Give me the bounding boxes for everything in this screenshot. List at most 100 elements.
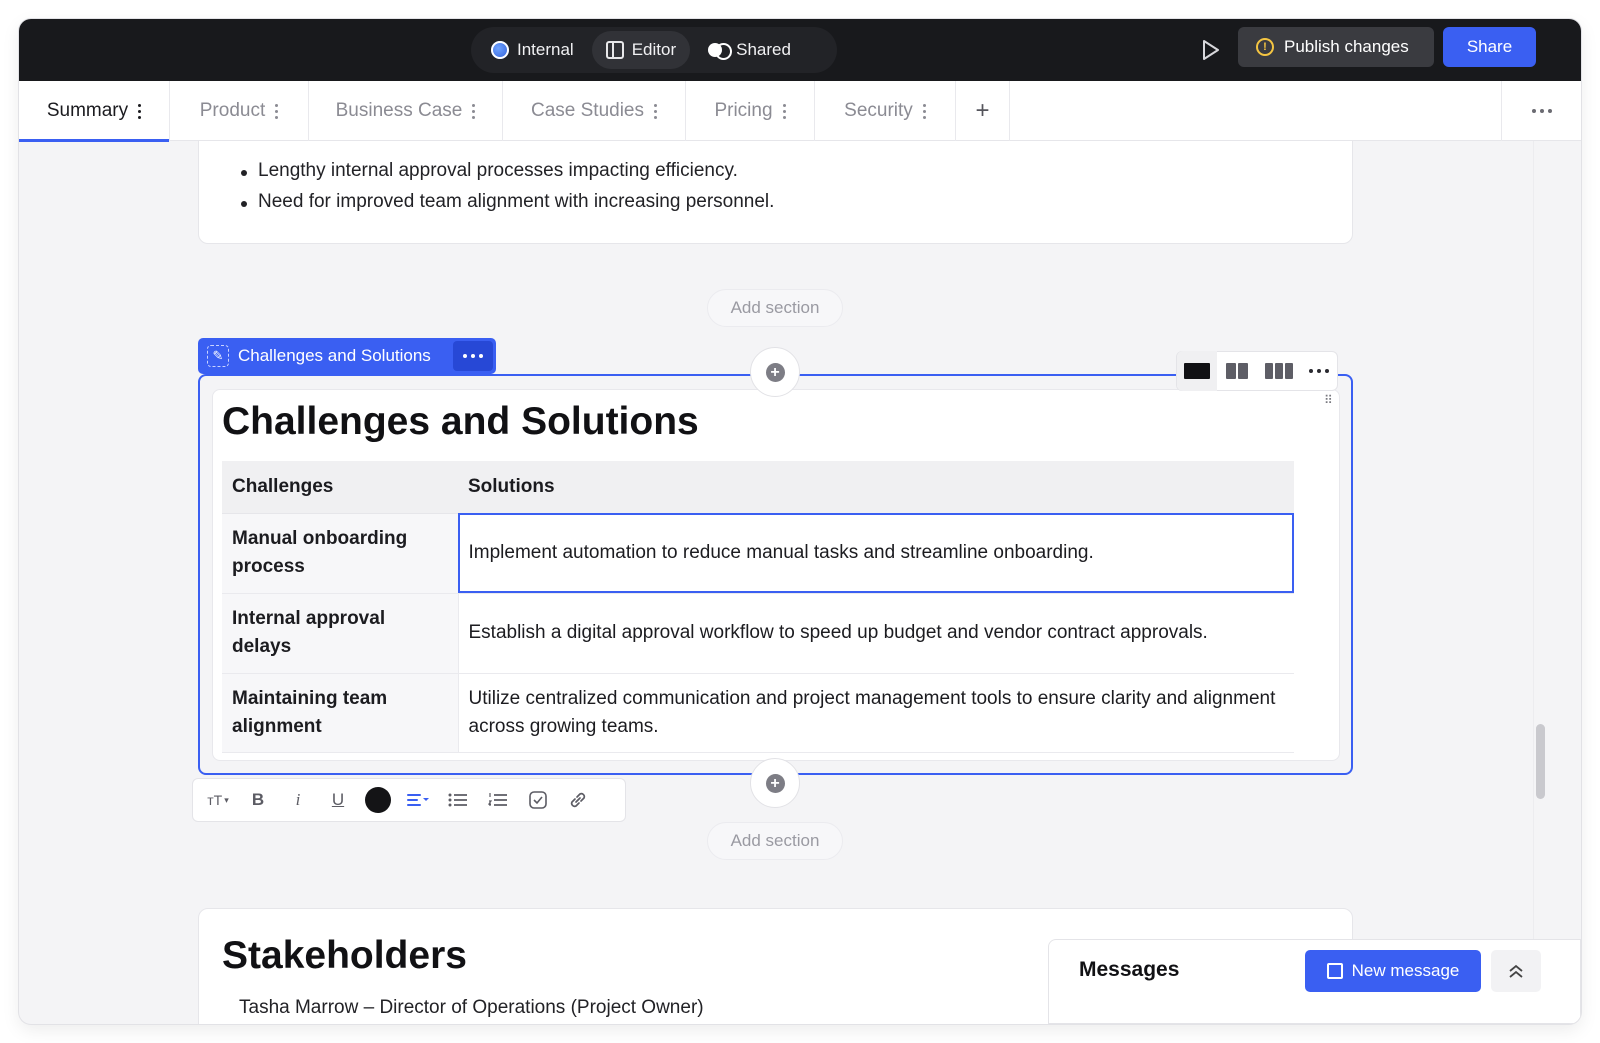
text-color-button[interactable]	[361, 783, 395, 817]
previous-section-bullets: Lengthy internal approval processes impa…	[239, 159, 774, 221]
solution-cell[interactable]: Utilize centralized communication and pr…	[458, 673, 1294, 753]
table-header-challenges[interactable]: Challenges	[222, 461, 458, 514]
mode-switcher: Internal Editor Shared	[471, 27, 837, 73]
tab-security-label: Security	[844, 100, 913, 121]
add-section-button[interactable]: Add section	[707, 289, 843, 327]
mode-internal-label: Internal	[517, 40, 574, 59]
challenge-cell[interactable]: Manual onboarding process	[222, 513, 459, 594]
layout-more-icon[interactable]	[1301, 369, 1337, 373]
text-size-dropdown[interactable]: тT ▾	[201, 783, 235, 817]
expand-messages-button[interactable]	[1491, 950, 1541, 992]
publish-label: Publish changes	[1284, 37, 1409, 56]
checklist-button[interactable]	[521, 783, 555, 817]
page-tabs: Summary Product Business Case Case Studi…	[19, 81, 1581, 142]
align-left-icon	[407, 794, 429, 806]
add-section-button[interactable]: Add section	[707, 822, 843, 860]
messages-title: Messages	[1079, 958, 1180, 981]
formatting-toolbar: тT ▾ B i U	[192, 778, 626, 822]
mode-editor-label: Editor	[631, 40, 677, 59]
drag-handle-icon[interactable]: ⠿	[1324, 394, 1334, 406]
publish-changes-button[interactable]: ! Publish changes	[1238, 27, 1434, 67]
section-label-pill[interactable]: ✎ Challenges and Solutions	[198, 338, 496, 374]
layout-two-column-icon[interactable]	[1217, 351, 1257, 391]
mode-shared[interactable]: Shared	[694, 31, 805, 69]
bullet-list-button[interactable]	[441, 783, 475, 817]
scroll-track	[1533, 141, 1534, 1024]
tab-product[interactable]: Product	[170, 81, 309, 141]
preview-play-button[interactable]	[1194, 33, 1228, 67]
messages-panel: Messages New message	[1048, 939, 1581, 1024]
table-header-solutions[interactable]: Solutions	[458, 461, 1294, 514]
top-bar: Internal Editor Shared ! Publish changes…	[19, 19, 1581, 81]
challenges-table: Challenges Solutions Manual onboarding p…	[222, 461, 1294, 753]
section-more-icon[interactable]	[453, 341, 493, 371]
chevron-double-up-icon	[1509, 964, 1523, 978]
globe-icon	[491, 41, 509, 59]
layout-one-column-icon[interactable]	[1177, 351, 1217, 391]
layout-toolbar	[1176, 351, 1338, 391]
plus-circle-icon: +	[765, 773, 785, 793]
link-icon	[570, 792, 586, 808]
tab-case-studies[interactable]: Case Studies	[503, 81, 686, 141]
new-message-button[interactable]: New message	[1305, 950, 1481, 992]
tab-case-studies-label: Case Studies	[530, 100, 644, 121]
tab-menu-icon[interactable]	[782, 103, 786, 119]
editor-canvas: Lengthy internal approval processes impa…	[19, 141, 1581, 1024]
align-dropdown[interactable]	[401, 783, 435, 817]
tab-business-case[interactable]: Business Case	[309, 81, 503, 141]
numbered-list-button[interactable]	[481, 783, 515, 817]
tab-pricing[interactable]: Pricing	[686, 81, 815, 141]
table-row: Manual onboarding process Implement auto…	[222, 513, 1294, 594]
plus-circle-icon: +	[765, 362, 785, 382]
tab-summary-label: Summary	[46, 100, 129, 121]
bold-button[interactable]: B	[241, 783, 275, 817]
tab-menu-icon[interactable]	[472, 103, 476, 119]
tab-pricing-label: Pricing	[714, 100, 773, 121]
challenge-cell[interactable]: Maintaining team alignment	[222, 673, 459, 753]
numbered-list-icon	[488, 793, 507, 806]
panel-icon	[605, 41, 624, 59]
add-tab-button[interactable]: +	[956, 81, 1010, 141]
tab-menu-icon[interactable]	[275, 103, 279, 119]
mode-shared-label: Shared	[736, 40, 791, 59]
stakeholders-title[interactable]: Stakeholders	[222, 934, 467, 978]
solution-cell[interactable]: Establish a digital approval workflow to…	[458, 593, 1294, 674]
section-title[interactable]: Challenges and Solutions	[222, 400, 699, 444]
tab-menu-icon[interactable]	[922, 103, 926, 119]
edit-icon: ✎	[207, 345, 229, 367]
list-item: Need for improved team alignment with in…	[239, 190, 774, 221]
share-button[interactable]: Share	[1443, 27, 1536, 67]
warning-icon: !	[1256, 38, 1274, 56]
scrollbar-thumb[interactable]	[1536, 724, 1545, 799]
tab-product-label: Product	[199, 100, 266, 121]
solution-cell-editing[interactable]: Implement automation to reduce manual ta…	[458, 513, 1294, 594]
list-item: Lengthy internal approval processes impa…	[239, 159, 774, 190]
add-block-below-button[interactable]: +	[750, 758, 800, 808]
text-size-icon: тT	[207, 792, 223, 808]
challenge-cell[interactable]: Internal approval delays	[222, 593, 459, 674]
underline-button[interactable]: U	[321, 783, 355, 817]
play-icon	[1203, 40, 1219, 60]
section-pill-label: Challenges and Solutions	[238, 346, 431, 365]
link-button[interactable]	[561, 783, 595, 817]
checkbox-icon	[529, 791, 547, 809]
add-block-above-button[interactable]: +	[750, 347, 800, 397]
tab-menu-icon[interactable]	[654, 103, 657, 119]
bullet-list-icon	[448, 793, 467, 807]
tab-security[interactable]: Security	[815, 81, 956, 141]
mode-editor[interactable]: Editor	[591, 31, 691, 69]
tab-menu-icon[interactable]	[138, 103, 142, 119]
toggle-icon	[708, 41, 733, 60]
more-options-icon[interactable]	[1501, 81, 1581, 141]
mode-internal[interactable]: Internal	[477, 31, 588, 69]
tab-business-case-label: Business Case	[335, 100, 463, 121]
app-window: Internal Editor Shared ! Publish changes…	[19, 19, 1581, 1024]
color-swatch	[365, 787, 391, 813]
table-row: Internal approval delays Establish a dig…	[222, 593, 1294, 674]
layout-three-column-icon[interactable]	[1257, 351, 1301, 391]
compose-icon	[1326, 963, 1343, 979]
plus-icon: +	[975, 97, 990, 124]
italic-button[interactable]: i	[281, 783, 315, 817]
new-message-label: New message	[1351, 961, 1460, 980]
tab-summary[interactable]: Summary	[19, 81, 170, 142]
